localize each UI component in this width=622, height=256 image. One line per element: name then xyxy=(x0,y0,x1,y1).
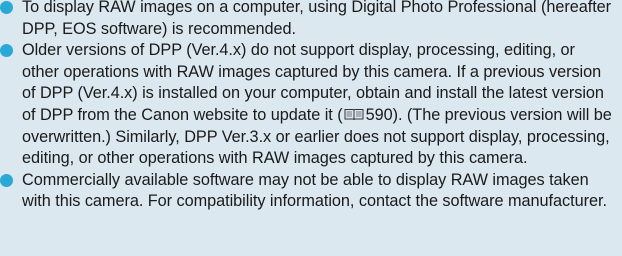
bullet-icon xyxy=(0,173,13,187)
note-third-party-software: Commercially available software may not … xyxy=(0,170,622,213)
bullet-icon xyxy=(0,44,13,58)
page-reference-link[interactable]: 590 xyxy=(366,106,393,124)
note-dpp-recommended: To display RAW images on a computer, usi… xyxy=(0,0,622,40)
note-dpp-version: Older versions of DPP (Ver.4.x) do not s… xyxy=(0,40,622,170)
book-icon xyxy=(344,108,364,121)
note-text: Commercially available software may not … xyxy=(22,170,607,211)
bullet-icon xyxy=(0,1,13,14)
notes-list: To display RAW images on a computer, usi… xyxy=(0,0,622,213)
note-text: To display RAW images on a computer, usi… xyxy=(22,0,612,38)
